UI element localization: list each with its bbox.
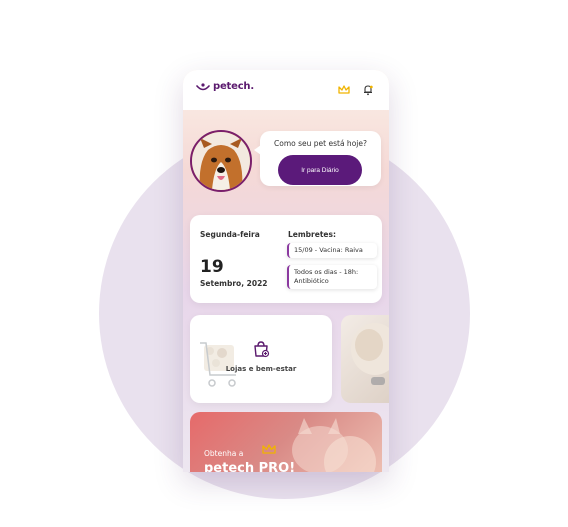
date-card: Segunda-feira 19 Setembro, 2022 Lembrete…: [190, 215, 382, 303]
reminders-title: Lembretes:: [288, 230, 336, 239]
app-logo[interactable]: petech.: [196, 81, 254, 92]
pet-photo-card[interactable]: [341, 315, 389, 403]
pro-banner[interactable]: Obtenha a petech PRO!: [190, 412, 382, 472]
phone-screen: petech. Como seu pet está hoje? Ir para …: [183, 70, 389, 472]
reminder-item[interactable]: Todos os dias - 18h: Antibiótico: [287, 265, 377, 289]
shop-card[interactable]: Lojas e bem-estar: [190, 315, 332, 403]
hero-section: Como seu pet está hoje? Ir para Diário: [183, 128, 389, 192]
day-number: 19: [200, 257, 224, 277]
day-name: Segunda-feira: [200, 230, 260, 239]
bell-icon[interactable]: [361, 83, 375, 97]
pet-avatar[interactable]: [190, 130, 252, 192]
mood-question: Como seu pet está hoje?: [274, 139, 367, 148]
speech-bubble: Como seu pet está hoje? Ir para Diário: [254, 131, 381, 186]
app-header: petech.: [183, 70, 389, 110]
crown-icon: [262, 444, 276, 454]
month-year: Setembro, 2022: [200, 279, 268, 288]
crown-icon[interactable]: [337, 83, 351, 97]
logo-mark-icon: [196, 82, 210, 90]
pro-line1: Obtenha a: [204, 449, 244, 458]
shop-label: Lojas e bem-estar: [225, 365, 297, 373]
reminder-item[interactable]: 15/09 - Vacina: Raiva: [287, 243, 377, 258]
diary-button[interactable]: Ir para Diário: [278, 155, 362, 185]
shopping-bag-icon: [254, 341, 270, 358]
pro-line2: petech PRO!: [204, 461, 296, 472]
logo-text: petech.: [213, 81, 254, 92]
